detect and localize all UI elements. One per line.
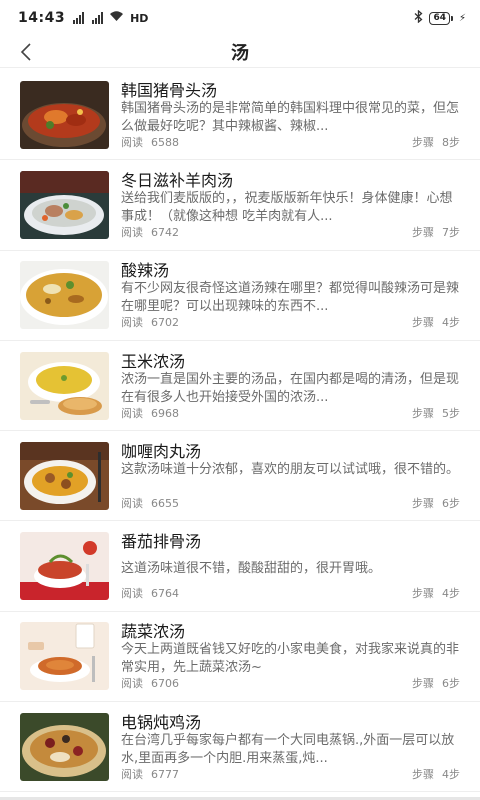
battery-icon: 64 [429, 11, 453, 25]
recipe-meta: 阅读 6655 步骤 6步 [121, 497, 460, 510]
steps-label: 步骤 [412, 677, 434, 691]
recipe-title: 咖喱肉丸汤 [121, 441, 202, 461]
read-count: 6588 [151, 135, 179, 149]
status-bar: 14:43 HD 64 ⚡ [0, 0, 480, 36]
recipe-meta: 阅读 6706 步骤 6步 [121, 677, 460, 690]
signal-icon [73, 12, 85, 24]
read-label: 阅读 [121, 767, 143, 781]
recipe-title: 蔬菜浓汤 [121, 622, 186, 642]
recipe-info: 酸辣汤 有不少网友很奇怪这道汤辣在哪里？都觉得叫酸辣汤可是辣在哪里呢？可以出现辣… [121, 261, 460, 329]
steps-count: 7步 [442, 225, 460, 239]
charging-icon: ⚡ [458, 12, 466, 24]
recipe-info: 电锅炖鸡汤 在台湾几乎每家每户都有一个大同电蒸锅.,外面一层可以放水,里面再多一… [121, 713, 460, 781]
recipe-thumbnail [20, 80, 109, 149]
battery-level: 64 [429, 11, 450, 25]
read-label: 阅读 [121, 316, 143, 330]
recipe-description: 送给我们麦版版的，，祝麦版版新年快乐！身体健康！心想事成！（就像这种想 吃羊肉就… [121, 190, 453, 224]
wifi-icon [109, 10, 124, 26]
recipe-list: 韩国猪骨头汤 韩国猪骨头汤的是非常简单的韩国料理中很常见的菜，但怎么做最好吃呢？… [0, 70, 480, 793]
steps-label: 步骤 [412, 406, 434, 420]
recipe-item[interactable]: 韩国猪骨头汤 韩国猪骨头汤的是非常简单的韩国料理中很常见的菜，但怎么做最好吃呢？… [0, 70, 480, 161]
recipe-title: 韩国猪骨头汤 [121, 80, 218, 100]
recipe-thumbnail [20, 351, 109, 420]
steps-label: 步骤 [412, 316, 434, 330]
recipe-description: 今天上两道既省钱又好吃的小家电美食，对我家来说真的非常实用，先上蔬菜浓汤~ [121, 642, 460, 676]
recipe-thumbnail [20, 170, 109, 239]
recipe-meta: 阅读 6702 步骤 4步 [121, 316, 460, 329]
signal-icon-2 [92, 12, 104, 24]
read-label: 阅读 [121, 587, 143, 601]
recipe-title: 电锅炖鸡汤 [121, 712, 202, 732]
steps-label: 步骤 [412, 587, 434, 601]
steps-count: 4步 [442, 587, 460, 601]
steps-label: 步骤 [412, 496, 434, 510]
recipe-thumbnail [20, 712, 109, 781]
recipe-info: 蔬菜浓汤 今天上两道既省钱又好吃的小家电美食，对我家来说真的非常实用，先上蔬菜浓… [121, 622, 460, 690]
recipe-title: 玉米浓汤 [121, 351, 186, 371]
recipe-item[interactable]: 番茄排骨汤 这道汤味道很不错，酸酸甜甜的，很开胃哦。 阅读 6764 步骤 4步 [0, 521, 480, 612]
recipe-thumbnail [20, 622, 109, 691]
recipe-item[interactable]: 玉米浓汤 浓汤一直是国外主要的汤品，在国内都是喝的清汤，但是现在有很多人也开始接… [0, 341, 480, 432]
steps-count: 6步 [442, 496, 460, 510]
recipe-info: 咖喱肉丸汤 这款汤味道十分浓郁，喜欢的朋友可以试试哦，很不错的。 阅读 6655 … [121, 442, 460, 510]
steps-count: 6步 [442, 677, 460, 691]
recipe-item[interactable]: 冬日滋补羊肉汤 送给我们麦版版的，，祝麦版版新年快乐！身体健康！心想事成！（就像… [0, 160, 480, 251]
recipe-item[interactable]: 电锅炖鸡汤 在台湾几乎每家每户都有一个大同电蒸锅.,外面一层可以放水,里面再多一… [0, 702, 480, 793]
recipe-thumbnail [20, 261, 109, 330]
recipe-meta: 阅读 6777 步骤 4步 [121, 768, 460, 781]
recipe-description: 这道汤味道很不错，酸酸甜甜的，很开胃哦。 [121, 561, 382, 577]
recipe-info: 番茄排骨汤 这道汤味道很不错，酸酸甜甜的，很开胃哦。 阅读 6764 步骤 4步 [121, 532, 460, 600]
steps-count: 8步 [442, 135, 460, 149]
recipe-meta: 阅读 6588 步骤 8步 [121, 136, 460, 149]
read-count: 6655 [151, 496, 179, 510]
read-label: 阅读 [121, 677, 143, 691]
read-label: 阅读 [121, 135, 143, 149]
read-count: 6764 [151, 587, 179, 601]
page-title: 汤 [231, 42, 249, 64]
nav-bar: 汤 [0, 36, 480, 68]
recipe-meta: 阅读 6742 步骤 7步 [121, 226, 460, 239]
recipe-item[interactable]: 酸辣汤 有不少网友很奇怪这道汤辣在哪里？都觉得叫酸辣汤可是辣在哪里呢？可以出现辣… [0, 251, 480, 341]
recipe-item[interactable]: 蔬菜浓汤 今天上两道既省钱又好吃的小家电美食，对我家来说真的非常实用，先上蔬菜浓… [0, 612, 480, 703]
recipe-description: 在台湾几乎每家每户都有一个大同电蒸锅.,外面一层可以放水,里面再多一个内胆.用来… [121, 732, 455, 766]
read-label: 阅读 [121, 406, 143, 420]
recipe-description: 浓汤一直是国外主要的汤品，在国内都是喝的清汤，但是现在有很多人也开始接受外国的浓… [121, 371, 460, 405]
back-button[interactable] [12, 36, 40, 68]
steps-label: 步骤 [412, 767, 434, 781]
recipe-info: 韩国猪骨头汤 韩国猪骨头汤的是非常简单的韩国料理中很常见的菜，但怎么做最好吃呢？… [121, 81, 460, 149]
recipe-title: 酸辣汤 [121, 261, 170, 281]
recipe-info: 冬日滋补羊肉汤 送给我们麦版版的，，祝麦版版新年快乐！身体健康！心想事成！（就像… [121, 171, 460, 239]
recipe-title: 冬日滋补羊肉汤 [121, 170, 234, 190]
read-count: 6702 [151, 316, 179, 330]
recipe-thumbnail [20, 532, 109, 601]
status-left: 14:43 HD [18, 10, 148, 26]
recipe-item[interactable]: 咖喱肉丸汤 这款汤味道十分浓郁，喜欢的朋友可以试试哦，很不错的。 阅读 6655 … [0, 431, 480, 522]
recipe-meta: 阅读 6968 步骤 5步 [121, 407, 460, 420]
recipe-description: 韩国猪骨头汤的是非常简单的韩国料理中很常见的菜，但怎么做最好吃呢？其中辣椒酱、辣… [121, 100, 460, 134]
status-right: 64 ⚡ [414, 9, 466, 27]
steps-count: 4步 [442, 767, 460, 781]
read-count: 6742 [151, 225, 179, 239]
chevron-left-icon [20, 43, 31, 61]
read-count: 6968 [151, 406, 179, 420]
steps-count: 5步 [442, 406, 460, 420]
read-count: 6706 [151, 677, 179, 691]
recipe-description: 有不少网友很奇怪这道汤辣在哪里？都觉得叫酸辣汤可是辣在哪里呢？可以出现辣味的东西… [121, 281, 460, 315]
status-time: 14:43 [18, 10, 66, 26]
recipe-thumbnail [20, 441, 109, 510]
read-label: 阅读 [121, 496, 143, 510]
steps-label: 步骤 [412, 225, 434, 239]
steps-count: 4步 [442, 316, 460, 330]
recipe-title: 番茄排骨汤 [121, 532, 202, 552]
recipe-meta: 阅读 6764 步骤 4步 [121, 587, 460, 600]
recipe-info: 玉米浓汤 浓汤一直是国外主要的汤品，在国内都是喝的清汤，但是现在有很多人也开始接… [121, 352, 460, 420]
hd-badge: HD [130, 11, 149, 25]
recipe-description: 这款汤味道十分浓郁，喜欢的朋友可以试试哦，很不错的。 [121, 461, 460, 477]
bluetooth-icon [414, 9, 423, 27]
read-label: 阅读 [121, 225, 143, 239]
read-count: 6777 [151, 767, 179, 781]
steps-label: 步骤 [412, 135, 434, 149]
